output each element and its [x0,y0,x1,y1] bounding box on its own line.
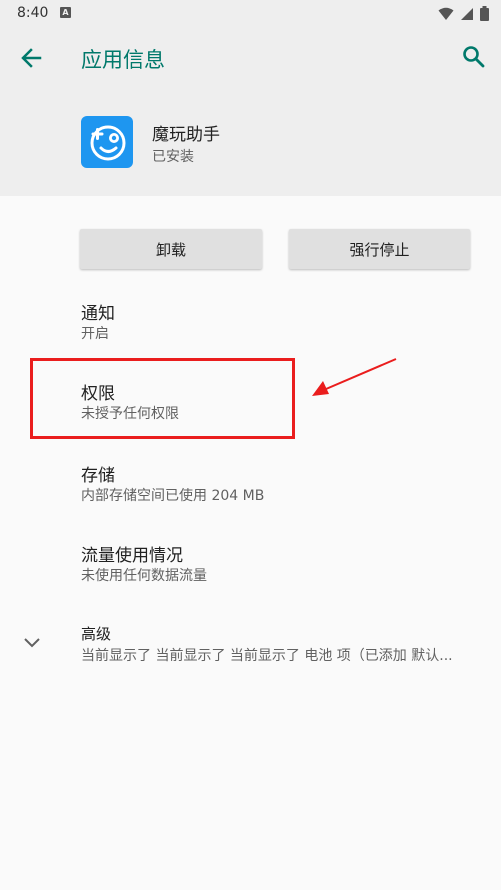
app-install-status: 已安装 [152,149,194,165]
settings-item-advanced[interactable]: 高级 当前显示了 当前显示了 当前显示了 电池 项（已添加 默认... [0,622,501,672]
settings-item-summary: 未使用任何数据流量 [81,568,207,584]
settings-item-title: 存储 [81,466,115,486]
arrow-left-icon [21,48,42,68]
app-info-header: 应用信息 魔玩助手 已安装 [0,28,501,196]
settings-item-title: 高级 [81,625,112,643]
settings-item-storage[interactable]: 存储 内部存储空间已使用 204 MB [0,461,501,511]
settings-item-summary: 未授予任何权限 [81,406,179,422]
notification-a-icon: A [60,7,71,18]
settings-item-title: 流量使用情况 [81,546,183,566]
settings-item-title: 通知 [81,304,115,324]
search-button[interactable] [461,44,487,70]
status-bar: 8:40 A [0,0,501,28]
search-icon [463,46,485,68]
chevron-down-icon [24,638,40,648]
settings-item-data-usage[interactable]: 流量使用情况 未使用任何数据流量 [0,541,501,591]
settings-item-summary: 内部存储空间已使用 204 MB [81,488,265,504]
settings-item-title: 权限 [81,384,115,404]
wifi-icon [438,7,454,20]
settings-item-summary: 开启 [81,326,109,342]
back-button[interactable] [18,46,46,70]
system-icons [438,6,489,21]
signal-icon [461,7,473,20]
uninstall-button[interactable]: 卸载 [80,229,262,269]
force-stop-button[interactable]: 强行停止 [289,229,470,269]
battery-icon [480,6,489,21]
settings-item-notifications[interactable]: 通知 开启 [0,299,501,349]
page-title: 应用信息 [81,48,165,72]
status-time: 8:40 [17,5,49,21]
app-logo-icon [81,116,133,168]
app-name: 魔玩助手 [152,125,220,145]
settings-item-summary: 当前显示了 当前显示了 当前显示了 电池 项（已添加 默认... [81,648,453,664]
settings-item-permissions[interactable]: 权限 未授予任何权限 [0,379,501,429]
